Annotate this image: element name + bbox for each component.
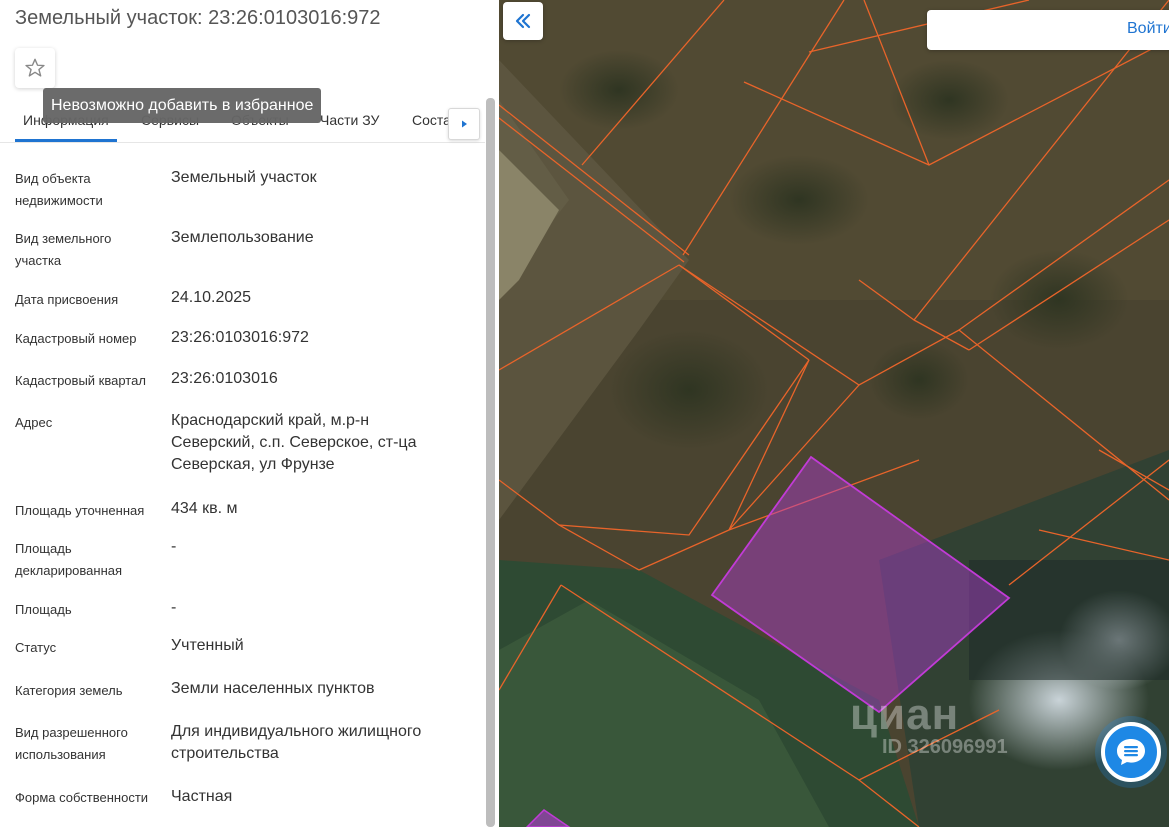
watermark-logo: циан — [850, 690, 960, 739]
attribute-value: - — [171, 538, 177, 555]
attribute-label: Площадь декларированная — [15, 541, 123, 578]
address-value: Краснодарский край, м.р-н Северский, с.п… — [171, 412, 417, 473]
attribute-label: Категория земель — [15, 683, 123, 698]
attribute-label: Площадь уточненная — [15, 503, 145, 518]
satellite-map[interactable] — [499, 0, 1169, 827]
panel-scrollbar[interactable] — [486, 98, 495, 827]
favorite-button[interactable] — [15, 48, 55, 88]
attribute-label: Вид земельного участка — [15, 231, 112, 268]
attribute-label: Форма собственности — [15, 790, 149, 805]
status-value: Учтенный — [171, 637, 244, 654]
caret-right-icon — [462, 120, 467, 128]
attribute-value: Земли населенных пунктов — [171, 680, 375, 697]
attribute-value: 24.10.2025 — [171, 289, 252, 306]
double-chevron-left-icon — [515, 13, 531, 29]
active-tab-indicator — [15, 139, 117, 142]
attribute-value: - — [171, 599, 177, 616]
attribute-value: Землепользование — [171, 229, 314, 246]
watermark-id: ID 326096991 — [882, 736, 1008, 758]
login-bar: Войти — [927, 10, 1169, 50]
attribute-label: Адрес — [15, 415, 53, 430]
favorite-tooltip: Невозможно добавить в избранное — [43, 88, 322, 123]
chat-icon — [1117, 739, 1145, 765]
attribute-value: 434 кв. м — [171, 500, 238, 517]
attribute-value: Земельный участок — [171, 169, 317, 186]
tab-land-parts[interactable]: Части ЗУ — [320, 112, 379, 128]
page-title: Земельный участок: 23:26:0103016:972 — [15, 7, 381, 29]
attribute-label: Статус — [15, 640, 57, 655]
attribute-label: Вид разрешенного использования — [15, 725, 128, 762]
chat-button[interactable] — [1101, 722, 1161, 782]
login-link[interactable]: Войти — [1127, 20, 1169, 38]
map-canvas[interactable] — [499, 0, 1169, 827]
collapse-panel-button[interactable] — [503, 2, 543, 40]
attribute-value: Частная — [171, 788, 233, 805]
info-panel: Земельный участок: 23:26:0103016:972 Нев… — [0, 0, 499, 827]
attribute-label: Кадастровый квартал — [15, 373, 146, 388]
cian-watermark: циан ID 326096991 — [850, 690, 1008, 758]
attribute-value: 23:26:0103016:972 — [171, 329, 309, 346]
star-icon — [25, 58, 45, 77]
attribute-label: Кадастровый номер — [15, 331, 137, 346]
attribute-label: Площадь — [15, 602, 72, 617]
attribute-value: Для индивидуального жилищного строительс… — [171, 723, 422, 762]
tabs-scroll-right-button[interactable] — [448, 108, 480, 140]
attribute-label: Вид объекта недвижимости — [15, 171, 103, 208]
attribute-label: Дата присвоения — [15, 292, 119, 307]
attribute-value: 23:26:0103016 — [171, 370, 278, 387]
